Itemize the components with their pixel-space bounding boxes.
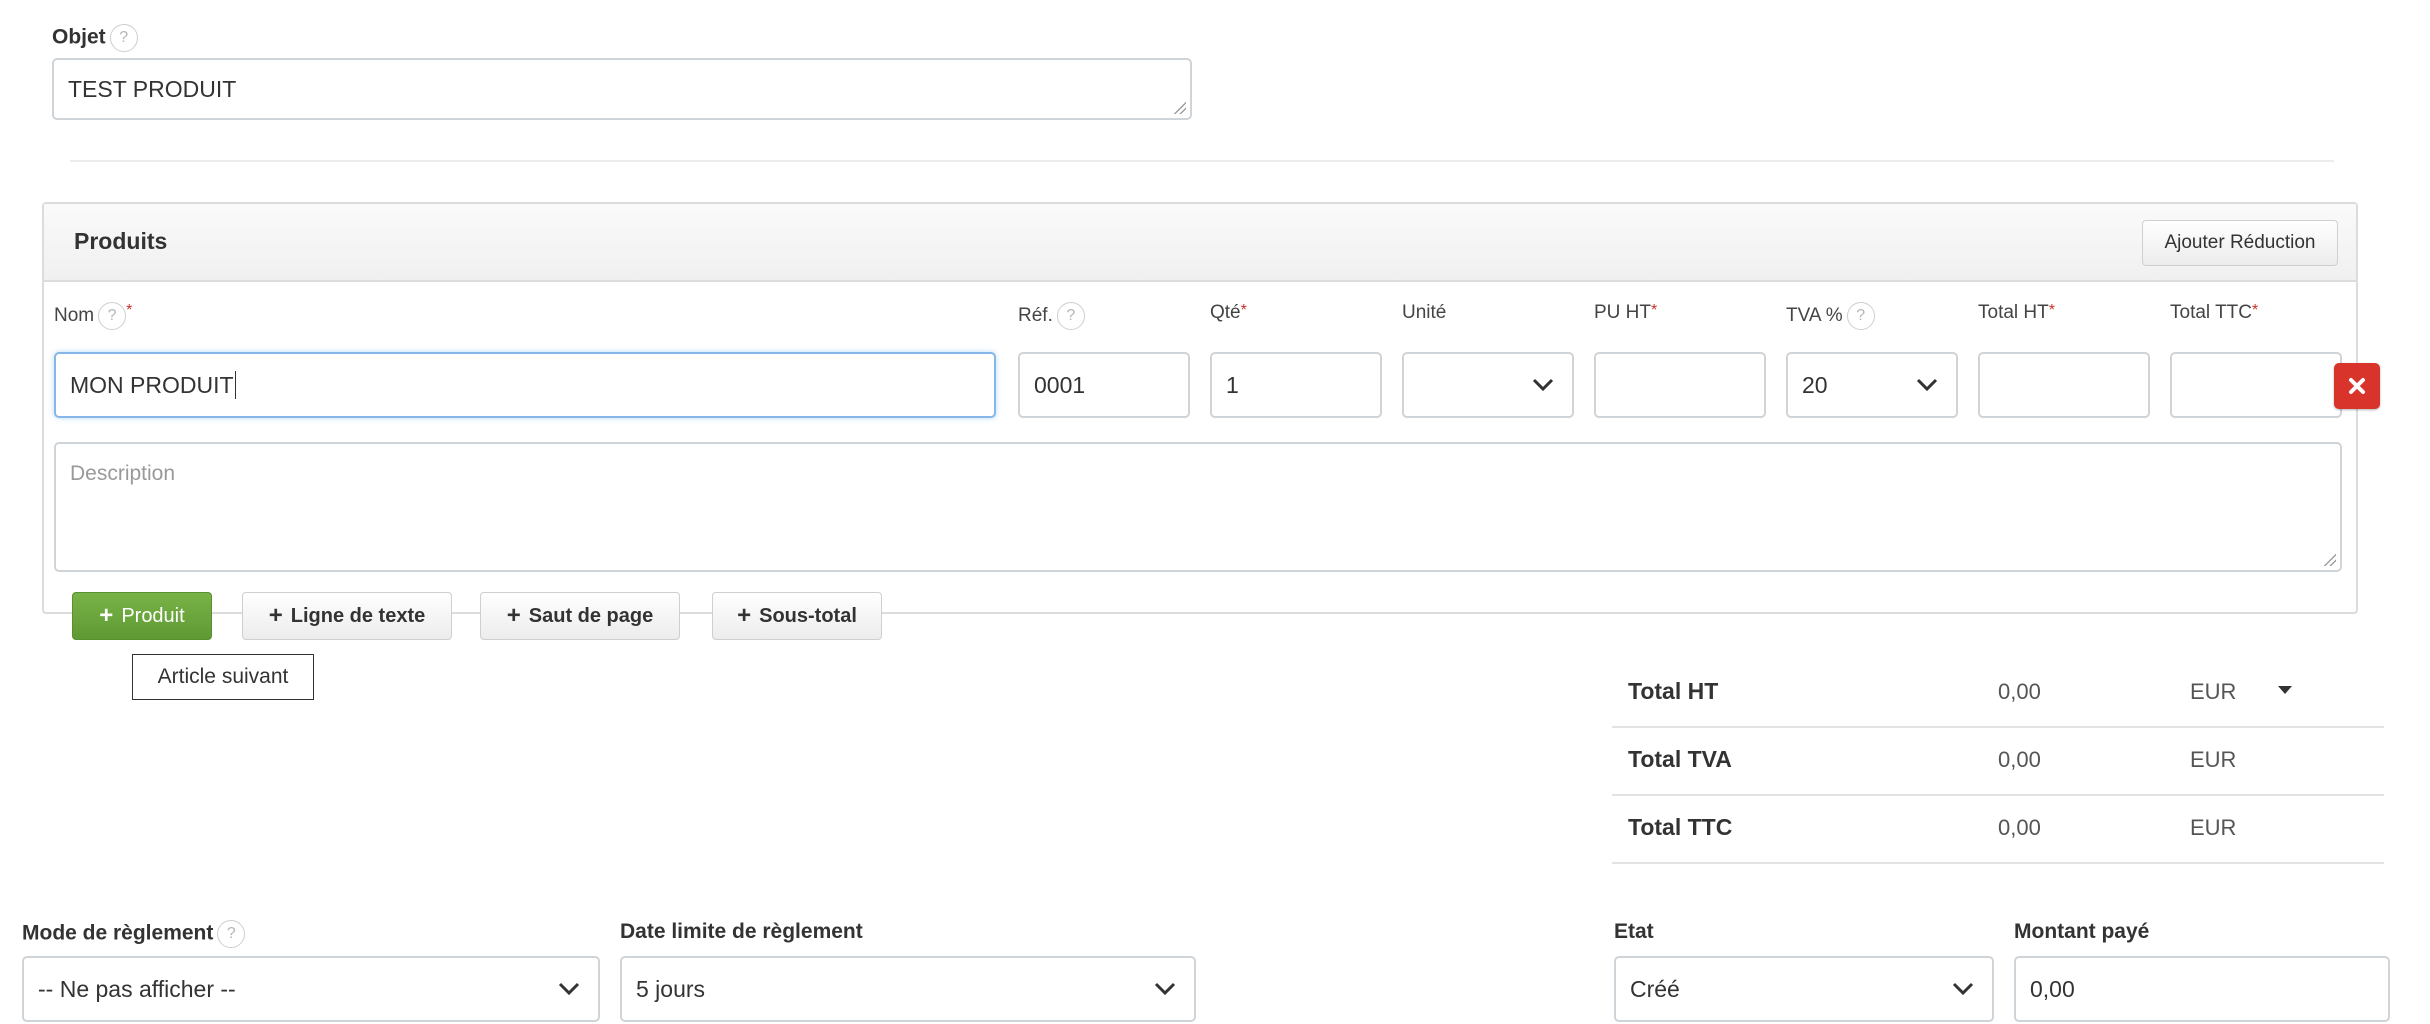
col-nom: Nom? * xyxy=(54,302,132,330)
etat-value: Créé xyxy=(1630,975,1680,1002)
help-icon[interactable]: ? xyxy=(1056,302,1085,330)
col-qte-text: Qté xyxy=(1210,302,1241,323)
delete-x-icon xyxy=(2349,378,2365,394)
col-tva: TVA %? xyxy=(1786,302,1875,330)
required-mark: * xyxy=(1651,302,1658,319)
add-sous-total-button[interactable]: + Sous-total xyxy=(712,592,882,640)
montant-paye-input[interactable]: 0,00 xyxy=(2014,956,2390,1022)
totals-row-currency: EUR xyxy=(2190,747,2237,772)
description-placeholder: Description xyxy=(70,462,176,485)
plus-icon: + xyxy=(737,602,752,629)
add-produit-label: Produit xyxy=(121,604,185,627)
col-total-ttc: Total TTC* xyxy=(2170,302,2258,324)
tooltip: Article suivant xyxy=(132,654,314,700)
date-limite-label: Date limite de règlement xyxy=(620,920,863,943)
ajouter-reduction-button[interactable]: Ajouter Réduction xyxy=(2142,220,2338,266)
mode-reglement-value: -- Ne pas afficher -- xyxy=(38,975,236,1002)
chevron-down-icon xyxy=(1916,378,1938,392)
required-mark: * xyxy=(2252,302,2259,319)
totals-row-label: Total HT xyxy=(1628,678,1719,704)
add-saut-page-label: Saut de page xyxy=(528,604,654,627)
qte-input[interactable]: 1 xyxy=(1210,352,1382,418)
required-mark: * xyxy=(126,302,133,319)
col-tva-text: TVA % xyxy=(1786,305,1843,327)
total-ttc-input[interactable] xyxy=(2170,352,2342,418)
add-sous-total-label: Sous-total xyxy=(759,604,857,627)
mode-reglement-select[interactable]: -- Ne pas afficher -- xyxy=(22,956,600,1022)
tva-value: 20 xyxy=(1802,371,1828,398)
resize-handle-icon[interactable] xyxy=(2322,552,2336,566)
totals-row-currency: EUR xyxy=(2190,815,2237,840)
objet-label: Objet? xyxy=(52,24,138,52)
resize-handle-icon[interactable] xyxy=(1172,100,1186,114)
col-ref-text: Réf. xyxy=(1018,305,1053,327)
qte-value: 1 xyxy=(1226,371,1239,398)
objet-textarea[interactable]: TEST PRODUIT xyxy=(52,58,1192,120)
separator xyxy=(70,160,2334,162)
add-saut-page-button[interactable]: + Saut de page xyxy=(480,592,680,640)
col-total-ht-text: Total HT xyxy=(1978,302,2049,323)
etat-label: Etat xyxy=(1614,920,1654,943)
totals-row: Total TVA 0,00 EUR xyxy=(1612,726,2384,796)
mode-reglement-label: Mode de règlement? xyxy=(22,920,246,948)
help-icon[interactable]: ? xyxy=(1846,302,1875,330)
totals-row-label: Total TTC xyxy=(1628,814,1733,840)
help-icon[interactable]: ? xyxy=(109,24,138,52)
add-ligne-texte-button[interactable]: + Ligne de texte xyxy=(242,592,452,640)
col-unite: Unité xyxy=(1402,302,1447,323)
text-cursor xyxy=(234,371,236,399)
required-mark: * xyxy=(2048,302,2055,319)
pu-ht-input[interactable] xyxy=(1594,352,1766,418)
required-mark: * xyxy=(1240,302,1247,319)
col-total-ht: Total HT* xyxy=(1978,302,2055,324)
totals-row-label: Total TVA xyxy=(1628,746,1732,772)
col-pu-ht: PU HT* xyxy=(1594,302,1657,324)
plus-icon: + xyxy=(506,602,521,629)
add-ligne-texte-label: Ligne de texte xyxy=(290,604,426,627)
ref-input[interactable]: 0001 xyxy=(1018,352,1190,418)
totals-row: Total TTC 0,00 EUR xyxy=(1612,794,2384,864)
col-nom-text: Nom xyxy=(54,305,95,327)
nom-input[interactable]: MON PRODUIT xyxy=(54,352,996,418)
chevron-down-icon xyxy=(1154,982,1176,996)
plus-icon: + xyxy=(268,602,283,629)
date-limite-value: 5 jours xyxy=(636,975,706,1002)
col-total-ttc-text: Total TTC xyxy=(2170,302,2253,323)
delete-row-button[interactable] xyxy=(2334,363,2380,409)
montant-paye-value: 0,00 xyxy=(2030,975,2075,1002)
chevron-down-icon xyxy=(558,982,580,996)
ref-value: 0001 xyxy=(1034,371,1086,398)
chevron-down-icon xyxy=(1532,378,1554,392)
objet-label-text: Objet xyxy=(52,25,106,49)
caret-down-icon[interactable] xyxy=(2278,686,2292,695)
currency-selector[interactable]: EUR xyxy=(2190,679,2236,705)
nom-value: MON PRODUIT xyxy=(70,371,234,398)
add-produit-button[interactable]: + Produit xyxy=(72,592,212,640)
produits-header xyxy=(44,204,2356,282)
date-limite-select[interactable]: 5 jours xyxy=(620,956,1196,1022)
plus-icon: + xyxy=(99,602,114,629)
col-qte: Qté* xyxy=(1210,302,1247,324)
mode-reglement-label-text: Mode de règlement xyxy=(22,921,214,945)
col-pu-ht-text: PU HT xyxy=(1594,302,1651,323)
totals-row-value: 0,00 xyxy=(1998,747,2041,772)
help-icon[interactable]: ? xyxy=(98,302,127,330)
montant-paye-label: Montant payé xyxy=(2014,920,2150,943)
objet-value: TEST PRODUIT xyxy=(68,75,237,102)
totals-row-value: 0,00 xyxy=(1998,815,2041,840)
totals-row-value: 0,00 xyxy=(1998,679,2041,704)
help-icon[interactable]: ? xyxy=(217,920,246,948)
totals-row: Total HT 0,00 EUR xyxy=(1612,658,2384,728)
produits-title: Produits xyxy=(74,228,168,254)
unite-select[interactable] xyxy=(1402,352,1574,418)
etat-select[interactable]: Créé xyxy=(1614,956,1994,1022)
total-ht-input[interactable] xyxy=(1978,352,2150,418)
description-textarea[interactable]: Description xyxy=(54,442,2342,572)
col-ref: Réf.? xyxy=(1018,302,1085,330)
tva-select[interactable]: 20 xyxy=(1786,352,1958,418)
chevron-down-icon xyxy=(1952,982,1974,996)
